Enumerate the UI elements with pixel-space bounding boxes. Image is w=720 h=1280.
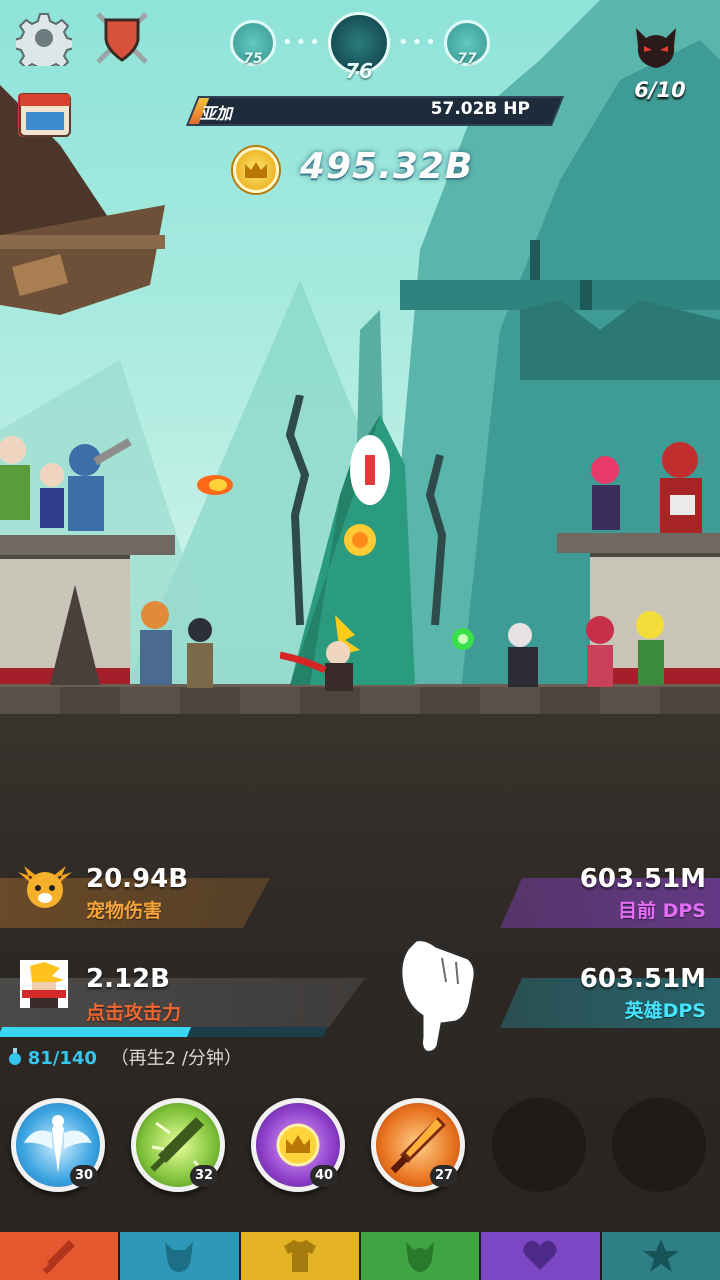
stage-previous[interactable]: 75 [230,20,276,67]
bottom-tab-bar [0,1232,720,1280]
clan-raid-button[interactable] [92,8,152,68]
skill-slot-locked-6 [612,1098,706,1192]
tab-pets[interactable] [360,1232,482,1280]
mana-bar [0,1027,328,1037]
stage-previous-number: 75 [243,51,263,67]
sword-tab-icon [43,1240,76,1275]
star-tab-icon [642,1239,679,1272]
stage-current[interactable]: 76 [328,12,390,83]
skill-level: 32 [190,1165,218,1187]
boss-kill-counter: 6/10 [634,78,686,102]
skill-level: 40 [310,1165,338,1187]
tap-damage-label: 点击攻击力 [86,1002,182,1024]
hero-dps-label: 英雄DPS [624,1000,706,1022]
mana-current: 81/140 [27,1048,97,1069]
mana-info: 81/140 （再生2 /分钟） [8,1044,242,1070]
gold-coin-icon [233,147,279,193]
tab-equipment[interactable] [240,1232,361,1280]
skill-heavenly-strike[interactable]: 30 [11,1098,105,1192]
armor-tab-icon [283,1240,316,1272]
hero-group-bottom-right [508,611,664,687]
shield-swords-icon [96,12,148,64]
heart-tab-icon [523,1240,558,1270]
current-dps-label: 目前 DPS [618,900,706,922]
settings-button[interactable] [14,8,74,68]
hero-group-top-left [0,436,132,531]
hero-group-bottom-left [50,585,213,688]
stage-dots-right: ••• [398,32,439,53]
hero-portrait-icon [20,960,68,1008]
current-dps-value: 603.51M [579,864,706,894]
pet-fox-icon [18,866,72,908]
shop-button[interactable] [18,92,72,138]
tap-damage-value: 2.12B [86,964,170,994]
stage-next[interactable]: 77 [444,20,490,67]
stage-progress: 75 ••• 76 ••• 77 [230,12,490,83]
demon-head-icon [636,28,676,68]
skill-deadly-strike[interactable]: 32 [131,1098,225,1192]
boss-hp-text: 57.02B HP [430,99,530,119]
tab-heroes[interactable] [120,1232,241,1280]
game-scene[interactable] [0,0,720,1280]
skill-level: 27 [430,1165,458,1187]
shop-stall-icon [19,93,71,137]
tap-hint-hand-icon [399,938,477,1054]
gear-icon [16,13,72,66]
skill-level: 30 [70,1165,98,1187]
boss-name: 亚加 [200,104,233,123]
pet-tab-icon [406,1242,435,1272]
stage-next-number: 77 [457,51,477,67]
tab-artifacts[interactable] [481,1232,602,1280]
pet-damage-value: 20.94B [86,864,189,894]
tab-shop[interactable] [601,1232,720,1280]
mana-regen: （再生2 /分钟） [110,1048,242,1069]
skill-slot-locked-5 [492,1098,586,1192]
green-orb-projectile [452,628,474,650]
mana-bar-fill [0,1027,191,1037]
hero-group-top-right [591,442,702,533]
fireball-projectile [197,475,233,495]
tab-sword-master[interactable] [0,1232,121,1280]
boss-fight-button[interactable] [632,24,680,72]
helmet-tab-icon [165,1242,194,1272]
skill-fire-sword[interactable]: 27 [371,1098,465,1192]
pet-damage-label: 宠物伤害 [86,900,163,922]
hero-dps-value: 603.51M [579,964,706,994]
stage-current-number: 76 [345,59,373,83]
mana-potion-icon [8,1048,22,1066]
stage-dots-left: ••• [282,32,323,53]
skill-hand-of-midas[interactable]: 40 [251,1098,345,1192]
gold-amount: 495.32B [300,146,474,187]
player-hero[interactable] [280,615,370,695]
